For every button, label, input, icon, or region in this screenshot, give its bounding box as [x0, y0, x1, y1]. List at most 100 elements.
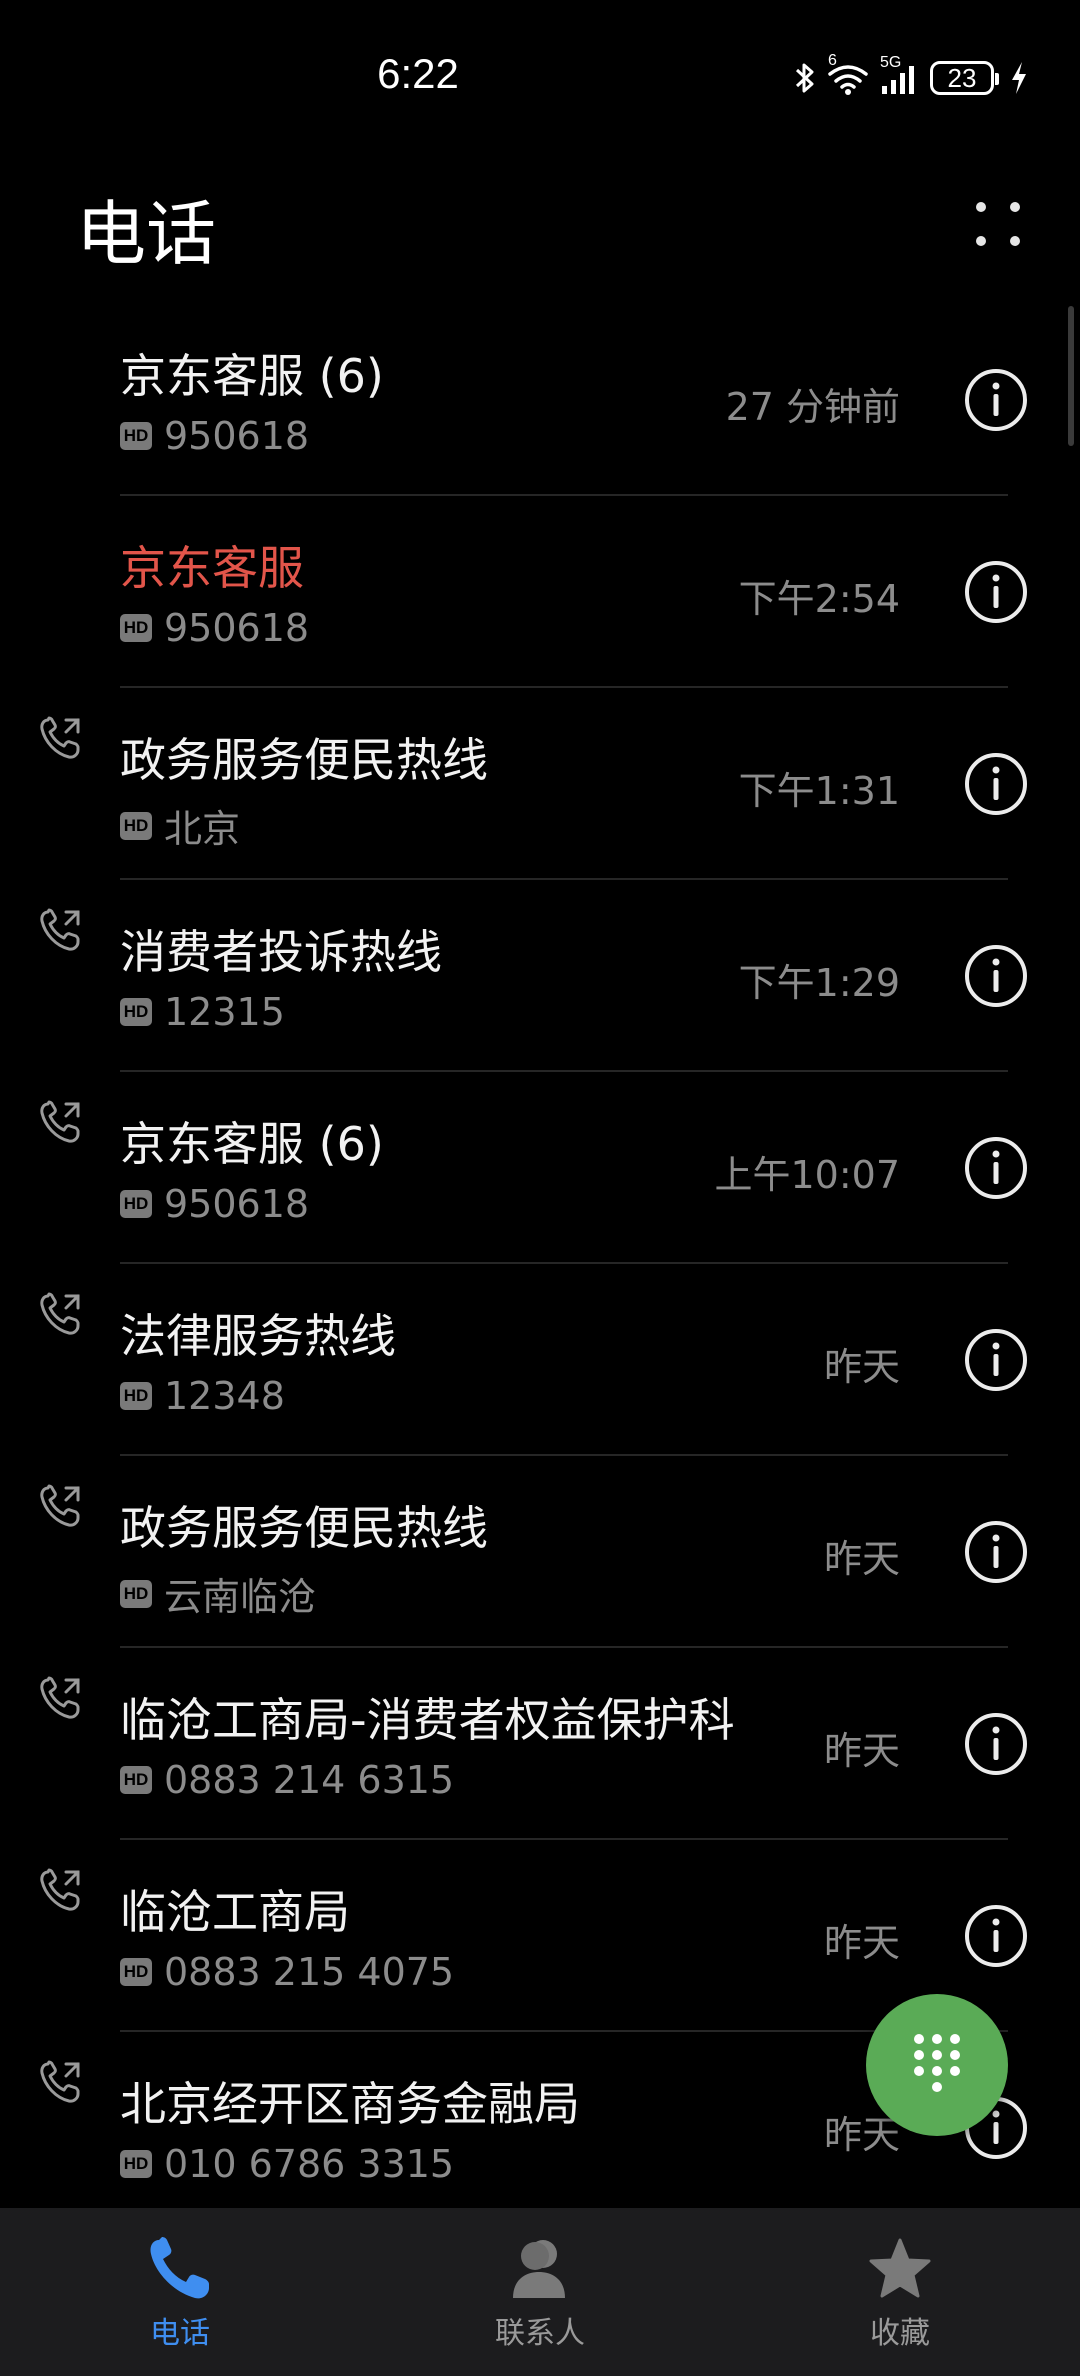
network-type: 5G	[880, 54, 902, 71]
wifi-badge: 6	[828, 52, 837, 69]
call-info-button[interactable]	[964, 560, 1028, 624]
wifi-icon: 6	[826, 52, 870, 96]
call-number: 010 6786 3315	[164, 2142, 455, 2186]
call-time: 昨天	[823, 1345, 900, 1389]
call-subtitle: HD 云南临沧	[120, 1566, 316, 1621]
call-name: 政务服务便民热线	[120, 1501, 488, 1555]
call-name: 政务服务便民热线	[120, 733, 488, 787]
star-icon	[865, 2234, 935, 2304]
call-log-list: 京东客服 (6) HD 950618 27 分钟前 京东客服 HD 950618 下午2:54…	[0, 304, 1080, 2224]
outgoing-call-icon	[38, 1484, 82, 1528]
call-name: 法律服务热线	[120, 1309, 396, 1363]
dialpad-icon	[911, 2031, 963, 2099]
hd-badge: HD	[120, 811, 152, 840]
call-number: 950618	[164, 1182, 310, 1226]
status-bar: 6:22 6 5G 23	[0, 0, 1080, 130]
signal-icon: 5G	[880, 54, 920, 96]
bottom-navigation: 电话 联系人 收藏	[0, 2208, 1080, 2376]
call-number: 12348	[164, 1374, 285, 1418]
phone-icon	[145, 2234, 215, 2304]
status-time: 6:22	[377, 50, 459, 97]
charging-icon	[1010, 60, 1028, 96]
nav-label-phone: 电话	[150, 2316, 210, 2351]
call-time: 上午10:07	[714, 1153, 900, 1197]
call-log-row[interactable]: 临沧工商局-消费者权益保护科 HD 0883 214 6315 昨天	[0, 1648, 1080, 1840]
call-log-row[interactable]: 法律服务热线 HD 12348 昨天	[0, 1264, 1080, 1456]
battery-icon: 23	[930, 61, 999, 95]
hd-badge: HD	[120, 1958, 152, 1986]
outgoing-call-icon	[38, 1868, 82, 1912]
bluetooth-icon	[794, 60, 816, 96]
call-subtitle: HD 950618	[120, 606, 309, 650]
hd-badge: HD	[120, 1190, 152, 1218]
call-log-row[interactable]: 京东客服 (6) HD 950618 27 分钟前	[0, 304, 1080, 496]
call-number: 云南临沧	[164, 1575, 317, 1619]
call-time: 下午1:31	[738, 769, 900, 813]
call-subtitle: HD 950618	[120, 414, 309, 458]
outgoing-call-icon	[38, 908, 82, 952]
call-number: 0883 215 4075	[164, 1950, 455, 1994]
call-log-row[interactable]: 京东客服 (6) HD 950618 上午10:07	[0, 1072, 1080, 1264]
info-icon	[964, 1137, 1028, 1204]
call-number: 12315	[164, 990, 285, 1034]
call-info-button[interactable]	[964, 368, 1028, 432]
call-log-row[interactable]: 消费者投诉热线 HD 12315 下午1:29	[0, 880, 1080, 1072]
call-info-button[interactable]	[964, 1520, 1028, 1584]
call-info-button[interactable]	[964, 1328, 1028, 1392]
call-info-button[interactable]	[964, 752, 1028, 816]
call-subtitle: HD 12315	[120, 990, 285, 1034]
nav-item-favorites[interactable]: 收藏	[720, 2208, 1080, 2376]
call-subtitle: HD 0883 214 6315	[120, 1758, 454, 1802]
outgoing-call-icon	[38, 716, 82, 760]
call-time: 昨天	[823, 1537, 900, 1581]
info-icon	[964, 2097, 1028, 2164]
call-info-button[interactable]	[964, 1136, 1028, 1200]
call-log-row[interactable]: 政务服务便民热线 HD 云南临沧 昨天	[0, 1456, 1080, 1648]
call-time: 昨天	[823, 1921, 900, 1965]
call-info-button[interactable]	[964, 944, 1028, 1008]
call-subtitle: HD 0883 215 4075	[120, 1950, 454, 1994]
outgoing-call-icon	[38, 1676, 82, 1720]
page-title: 电话	[76, 193, 216, 275]
call-info-button[interactable]	[964, 1904, 1028, 1968]
info-icon	[964, 369, 1028, 436]
status-icons: 6 5G 23	[794, 52, 1028, 101]
info-icon	[964, 1713, 1028, 1780]
outgoing-call-icon	[38, 1292, 82, 1336]
outgoing-call-icon	[38, 2060, 82, 2104]
call-name: 临沧工商局-消费者权益保护科	[120, 1693, 735, 1747]
call-number: 950618	[164, 414, 310, 458]
contacts-icon	[505, 2234, 575, 2304]
hd-badge: HD	[120, 2150, 152, 2178]
hd-badge: HD	[120, 998, 152, 1026]
call-name: 京东客服	[120, 541, 304, 595]
call-number: 950618	[164, 606, 310, 650]
call-time: 27 分钟前	[725, 385, 900, 429]
nav-label-contacts: 联系人	[495, 2316, 585, 2351]
hd-badge: HD	[120, 1382, 152, 1410]
hd-badge: HD	[120, 1766, 152, 1794]
info-icon	[964, 1521, 1028, 1588]
call-subtitle: HD 010 6786 3315	[120, 2142, 454, 2186]
call-name: 北京经开区商务金融局	[120, 2077, 580, 2131]
call-number: 北京	[164, 807, 241, 851]
info-icon	[964, 1905, 1028, 1972]
app-header: 电话	[0, 160, 1080, 280]
call-time: 昨天	[823, 1729, 900, 1773]
call-subtitle: HD 北京	[120, 798, 240, 853]
call-name: 京东客服 (6)	[120, 349, 384, 403]
outgoing-call-icon	[38, 1100, 82, 1144]
call-subtitle: HD 950618	[120, 1182, 309, 1226]
call-name: 京东客服 (6)	[120, 1117, 384, 1171]
call-subtitle: HD 12348	[120, 1374, 285, 1418]
dialpad-button[interactable]	[866, 1994, 1008, 2136]
hd-badge: HD	[120, 422, 152, 450]
call-log-row[interactable]: 政务服务便民热线 HD 北京 下午1:31	[0, 688, 1080, 880]
nav-label-favorites: 收藏	[870, 2316, 930, 2351]
more-options-button[interactable]	[968, 194, 1028, 254]
nav-item-phone[interactable]: 电话	[0, 2208, 360, 2376]
call-log-row[interactable]: 京东客服 HD 950618 下午2:54	[0, 496, 1080, 688]
call-info-button[interactable]	[964, 1712, 1028, 1776]
call-name: 临沧工商局	[120, 1885, 350, 1939]
nav-item-contacts[interactable]: 联系人	[360, 2208, 720, 2376]
